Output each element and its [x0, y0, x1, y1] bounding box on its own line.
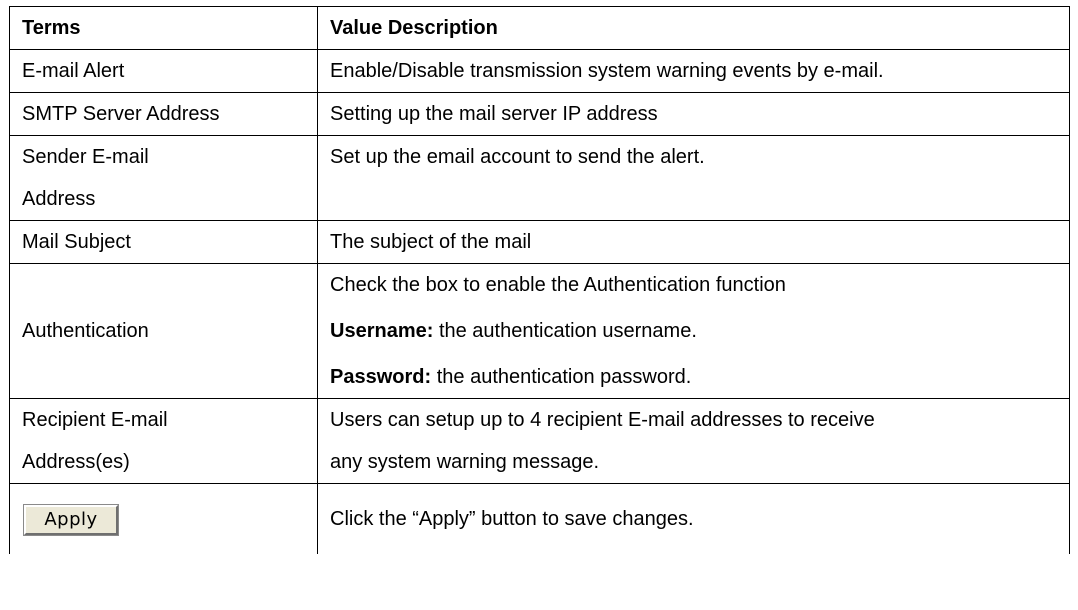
description-sender-email-address: Set up the email account to send the ale…: [317, 135, 1070, 221]
apply-button-cell: Apply: [9, 483, 318, 554]
table-row: Authentication Check the box to enable t…: [9, 263, 1070, 399]
term-mail-subject: Mail Subject: [9, 220, 318, 264]
term-recipient-email-addresses: Recipient E-mail Address(es): [9, 398, 318, 484]
table-row: E-mail Alert Enable/Disable transmission…: [9, 49, 1070, 93]
table-row: Sender E-mail Address Set up the email a…: [9, 135, 1070, 221]
password-description: Password: the authentication password.: [330, 356, 1069, 398]
description-smtp-server-address: Setting up the mail server IP address: [317, 92, 1070, 136]
term-line: Sender E-mail: [22, 146, 149, 168]
username-text: the authentication username.: [433, 320, 697, 342]
term-authentication: Authentication: [9, 263, 318, 399]
table-header-row: Terms Value Description: [9, 6, 1070, 50]
description-line: Users can setup up to 4 recipient E-mail…: [330, 409, 875, 431]
table-row: Apply Click the “Apply” button to save c…: [9, 483, 1070, 554]
term-sender-email-address: Sender E-mail Address: [9, 135, 318, 221]
username-description: Username: the authentication username.: [330, 310, 1069, 352]
password-label: Password:: [330, 366, 432, 388]
description-line: Check the box to enable the Authenticati…: [330, 274, 786, 296]
description-authentication: Check the box to enable the Authenticati…: [317, 263, 1070, 399]
table-row: Recipient E-mail Address(es) Users can s…: [9, 398, 1070, 484]
term-smtp-server-address: SMTP Server Address: [9, 92, 318, 136]
table-row: SMTP Server Address Setting up the mail …: [9, 92, 1070, 136]
apply-button[interactable]: Apply: [23, 504, 119, 536]
header-terms: Terms: [9, 6, 318, 50]
term-line: Address: [22, 188, 96, 210]
description-mail-subject: The subject of the mail: [317, 220, 1070, 264]
term-line: Address(es): [22, 451, 130, 473]
description-apply: Click the “Apply” button to save changes…: [317, 483, 1070, 554]
description-recipient-email-addresses: Users can setup up to 4 recipient E-mail…: [317, 398, 1070, 484]
description-email-alert: Enable/Disable transmission system warni…: [317, 49, 1070, 93]
term-email-alert: E-mail Alert: [9, 49, 318, 93]
header-value-description: Value Description: [317, 6, 1070, 50]
password-text: the authentication password.: [431, 366, 692, 388]
username-label: Username:: [330, 320, 434, 342]
table-row: Mail Subject The subject of the mail: [9, 220, 1070, 264]
terms-table: Terms Value Description E-mail Alert Ena…: [9, 6, 1070, 554]
description-line: any system warning message.: [330, 451, 600, 473]
term-line: Recipient E-mail: [22, 409, 168, 431]
